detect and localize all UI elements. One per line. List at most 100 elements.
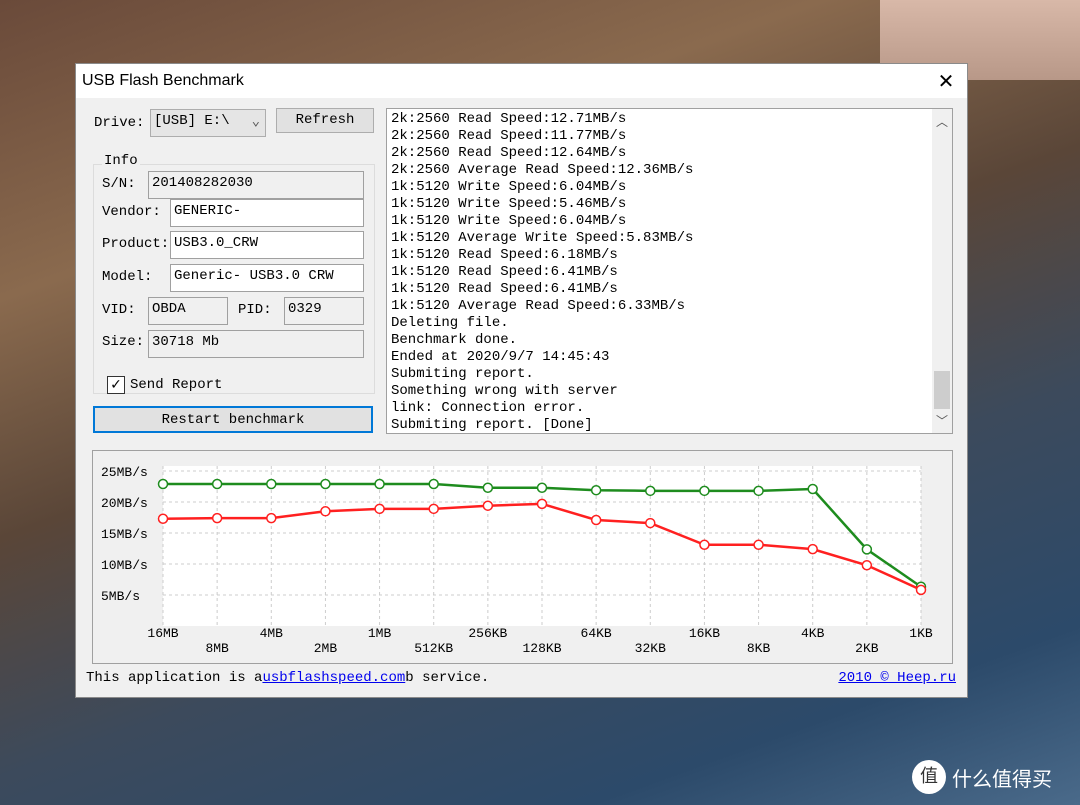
send-report-label: Send Report <box>130 377 223 393</box>
log-line: 1k:5120 Average Write Speed:5.83MB/s <box>391 230 694 246</box>
data-point <box>699 539 710 551</box>
watermark-text: 什么值得买 <box>952 766 1052 791</box>
drive-label: Drive: <box>94 115 145 131</box>
scroll-up-icon[interactable]: ︿ <box>932 113 952 130</box>
x-tick-label: 16MB <box>147 626 178 641</box>
log-line: 1k:5120 Average Read Speed:6.33MB/s <box>391 298 686 314</box>
log-line: 1k:5120 Write Speed:5.46MB/s <box>391 196 627 212</box>
sn-field: 201408282030 <box>148 171 364 199</box>
log-scrollbar[interactable]: ︿ ﹀ <box>932 109 952 433</box>
pid-field: 0329 <box>284 297 364 325</box>
log-line: Something wrong with server <box>391 383 618 399</box>
data-point <box>266 512 277 524</box>
product-field[interactable]: USB3.0_CRW <box>170 231 364 259</box>
product-label: Product: <box>102 236 170 252</box>
data-point <box>861 544 873 555</box>
log-textarea[interactable]: 2k:2560 Read Speed:12.71MB/s 2k:2560 Read… <box>386 108 953 434</box>
x-tick-label: 256KB <box>468 626 507 641</box>
close-icon[interactable]: ✕ <box>931 69 961 93</box>
chevron-down-icon: ⌄ <box>251 114 260 130</box>
usbflashspeed-link[interactable]: usbflashspeed.com <box>262 670 405 686</box>
vid-field: OBDA <box>148 297 228 325</box>
x-tick-label: 1MB <box>368 626 392 641</box>
data-point <box>915 584 927 596</box>
vendor-label: Vendor: <box>102 204 161 220</box>
log-line: 1k:5120 Read Speed:6.18MB/s <box>391 247 618 263</box>
data-point <box>861 559 873 571</box>
x-tick-label: 16KB <box>689 626 720 641</box>
speed-chart: 25MB/s 20MB/s 15MB/s 10MB/s 5MB/s 16MB 8MB 4MB 2… <box>92 450 953 664</box>
log-line: Benchmark done. <box>391 332 518 348</box>
data-point <box>807 543 818 555</box>
data-point <box>320 506 331 517</box>
checkmark-icon: ✓ <box>110 377 122 393</box>
log-line: 2k:2560 Read Speed:11.77MB/s <box>391 128 627 144</box>
log-line: 1k:5120 Read Speed:6.41MB/s <box>391 281 618 297</box>
heep-link[interactable]: 2010 © Heep.ru <box>838 670 956 686</box>
data-point <box>699 485 710 497</box>
data-point <box>320 478 331 490</box>
data-point <box>753 539 764 551</box>
log-line: 1k:5120 Write Speed:6.04MB/s <box>391 213 627 229</box>
y-tick-label: 5MB/s <box>101 589 140 604</box>
x-tick-label: 8KB <box>747 641 771 656</box>
x-tick-label: 512KB <box>414 641 453 656</box>
send-report-checkbox[interactable]: ✓ <box>107 376 125 394</box>
app-window: USB Flash Benchmark ✕ Drive: [USB] E:\ ⌄ … <box>75 63 968 698</box>
data-point <box>590 484 602 496</box>
scroll-down-icon[interactable]: ﹀ <box>932 412 952 429</box>
x-tick-label: 32KB <box>635 641 666 656</box>
data-point <box>482 482 494 493</box>
log-line: 2k:2560 Read Speed:12.71MB/s <box>391 111 627 127</box>
footer-prefix: This application is a <box>86 670 263 686</box>
data-point <box>428 503 439 515</box>
size-field: 30718 Mb <box>148 330 364 358</box>
scrollbar-thumb[interactable] <box>934 371 950 409</box>
model-label: Model: <box>102 269 153 285</box>
log-line: 2k:2560 Average Read Speed:12.36MB/s <box>391 162 694 178</box>
y-tick-label: 25MB/s <box>101 465 148 480</box>
log-line: link: Connection error. <box>391 400 585 416</box>
log-line: 1k:5120 Read Speed:6.41MB/s <box>391 264 618 280</box>
vid-label: VID: <box>102 302 136 318</box>
data-point <box>157 478 169 490</box>
data-point <box>536 498 548 510</box>
x-tick-label: 1KB <box>909 626 933 641</box>
y-tick-label: 15MB/s <box>101 527 148 542</box>
refresh-button[interactable]: Refresh <box>276 108 374 133</box>
watermark: 值什么值得买 <box>912 760 1052 794</box>
x-tick-label: 4MB <box>260 626 284 641</box>
x-tick-label: 8MB <box>205 641 229 656</box>
drive-select[interactable]: [USB] E:\ ⌄ <box>150 109 266 137</box>
restart-benchmark-button[interactable]: Restart benchmark <box>93 406 373 433</box>
y-tick-label: 20MB/s <box>101 496 148 511</box>
data-point <box>211 478 223 490</box>
footer-copyright: 2010 © Heep.ru <box>838 670 956 686</box>
log-line: 1k:5120 Write Speed:6.04MB/s <box>391 179 627 195</box>
x-tick-label: 64KB <box>581 626 612 641</box>
data-point <box>807 483 818 495</box>
y-tick-label: 10MB/s <box>101 558 148 573</box>
footer-suffix: b service. <box>405 670 490 686</box>
data-point <box>211 512 223 524</box>
data-point <box>266 478 277 490</box>
log-lines: 2k:2560 Read Speed:12.71MB/s 2k:2560 Read… <box>391 111 694 433</box>
x-tick-label: 2MB <box>314 641 338 656</box>
window-title: USB Flash Benchmark <box>82 72 244 89</box>
log-line: Submiting report. [Done] <box>391 417 593 433</box>
footer-text: This application is ausbflashspeed.comb … <box>86 670 489 686</box>
drive-value: [USB] E:\ <box>154 113 230 129</box>
log-line: Submiting report. <box>391 366 534 382</box>
data-point <box>645 517 656 529</box>
log-line: Deleting file. <box>391 315 509 331</box>
data-point <box>157 513 169 524</box>
data-point <box>428 478 439 490</box>
sn-label: S/N: <box>102 176 136 192</box>
data-point <box>482 500 494 511</box>
data-point <box>645 485 656 497</box>
vendor-field[interactable]: GENERIC- <box>170 199 364 227</box>
data-point <box>590 514 602 526</box>
chart-svg: 25MB/s 20MB/s 15MB/s 10MB/s 5MB/s 16MB 8MB 4MB 2… <box>101 465 933 656</box>
model-field[interactable]: Generic- USB3.0 CRW <box>170 264 364 292</box>
watermark-logo-icon: 值 <box>912 760 946 794</box>
